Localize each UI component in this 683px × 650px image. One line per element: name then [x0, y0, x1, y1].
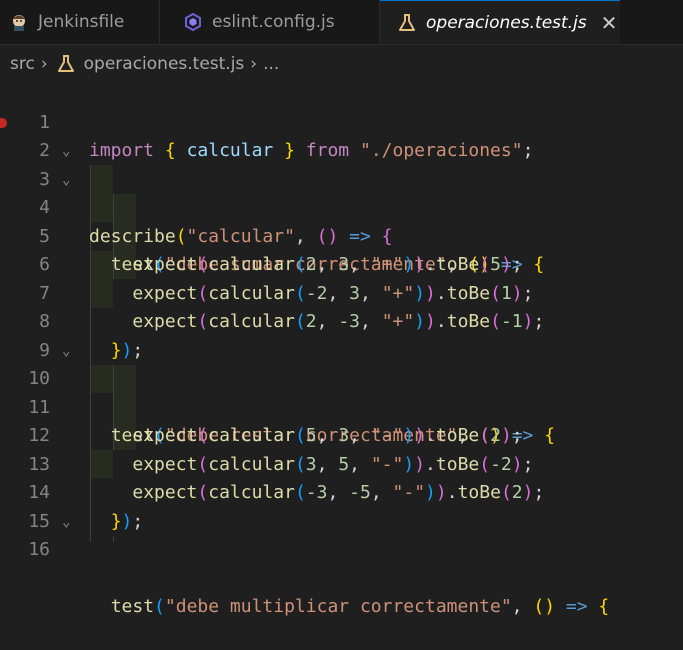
code-line[interactable]: 6 expect(calcular(-2, 3, "+")).toBe(1);: [0, 223, 683, 304]
code-token: test: [110, 596, 155, 617]
code-line[interactable]: 16 ⌄ test("debe multiplicar correctament…: [0, 508, 683, 618]
code-line[interactable]: 1 import { calcular } from "./operacione…: [0, 80, 683, 162]
line-number: 16: [28, 539, 50, 560]
code-line[interactable]: 10 ⌄ test("debe restar correctamente", (…: [0, 337, 683, 447]
chevron-right-icon: ›: [250, 54, 258, 74]
tab-bar: Jenkinsfile eslint.config.js operaciones…: [0, 0, 683, 45]
chevron-down-icon[interactable]: ⌄: [62, 508, 78, 537]
close-icon[interactable]: ✕: [601, 11, 618, 35]
breadcrumb: src › operaciones.test.js › ...: [0, 44, 683, 84]
tab-eslint-config[interactable]: eslint.config.js: [160, 0, 380, 44]
code-line[interactable]: 11 expect(calcular(5, 3, "-")).toBe(2);: [0, 365, 683, 447]
tab-label: operaciones.test.js: [426, 12, 587, 33]
code-line[interactable]: 14 });: [0, 451, 683, 532]
breadcrumb-more[interactable]: ...: [263, 54, 279, 74]
code-line[interactable]: 5 expect(calcular(2, 3, "+")).toBe(5);: [0, 194, 683, 276]
code-line[interactable]: 3 ⌄ describe("calcular", () => {: [0, 137, 683, 247]
code-line[interactable]: 9: [0, 308, 683, 361]
indent-guide: [113, 536, 114, 542]
tab-label: Jenkinsfile: [38, 12, 125, 32]
chevron-down-icon[interactable]: ⌄: [62, 337, 78, 366]
code-line[interactable]: 12 expect(calcular(3, 5, "-")).toBe(-2);: [0, 394, 683, 475]
code-editor[interactable]: 1 import { calcular } from "./operacione…: [0, 80, 683, 618]
tab-operaciones-test[interactable]: operaciones.test.js ✕: [380, 0, 620, 44]
code-line[interactable]: 2: [0, 109, 683, 161]
flask-icon: [57, 55, 74, 72]
chevron-right-icon: ›: [40, 54, 48, 74]
code-line[interactable]: 13 expect(calcular(-3, -5, "-")).toBe(2)…: [0, 422, 683, 504]
tab-jenkinsfile[interactable]: Jenkinsfile: [0, 0, 160, 44]
chevron-down-icon[interactable]: ⌄: [62, 166, 78, 195]
breadcrumb-file[interactable]: operaciones.test.js: [84, 54, 245, 74]
code-line[interactable]: 8 });: [0, 280, 683, 361]
jenkins-icon: [8, 11, 30, 33]
chevron-down-icon[interactable]: ⌄: [62, 137, 78, 166]
code-line[interactable]: 7 expect(calcular(2, -3, "+")).toBe(-1);: [0, 251, 683, 333]
code-token: "debe multiplicar correctamente": [164, 596, 512, 617]
breadcrumb-folder[interactable]: src: [10, 54, 35, 74]
flask-icon: [396, 12, 418, 34]
eslint-icon: [182, 11, 204, 33]
code-line[interactable]: 4 ⌄ test("debe sumar correctamente", () …: [0, 166, 683, 276]
tab-label: eslint.config.js: [212, 12, 335, 32]
code-line[interactable]: 15: [0, 479, 683, 532]
